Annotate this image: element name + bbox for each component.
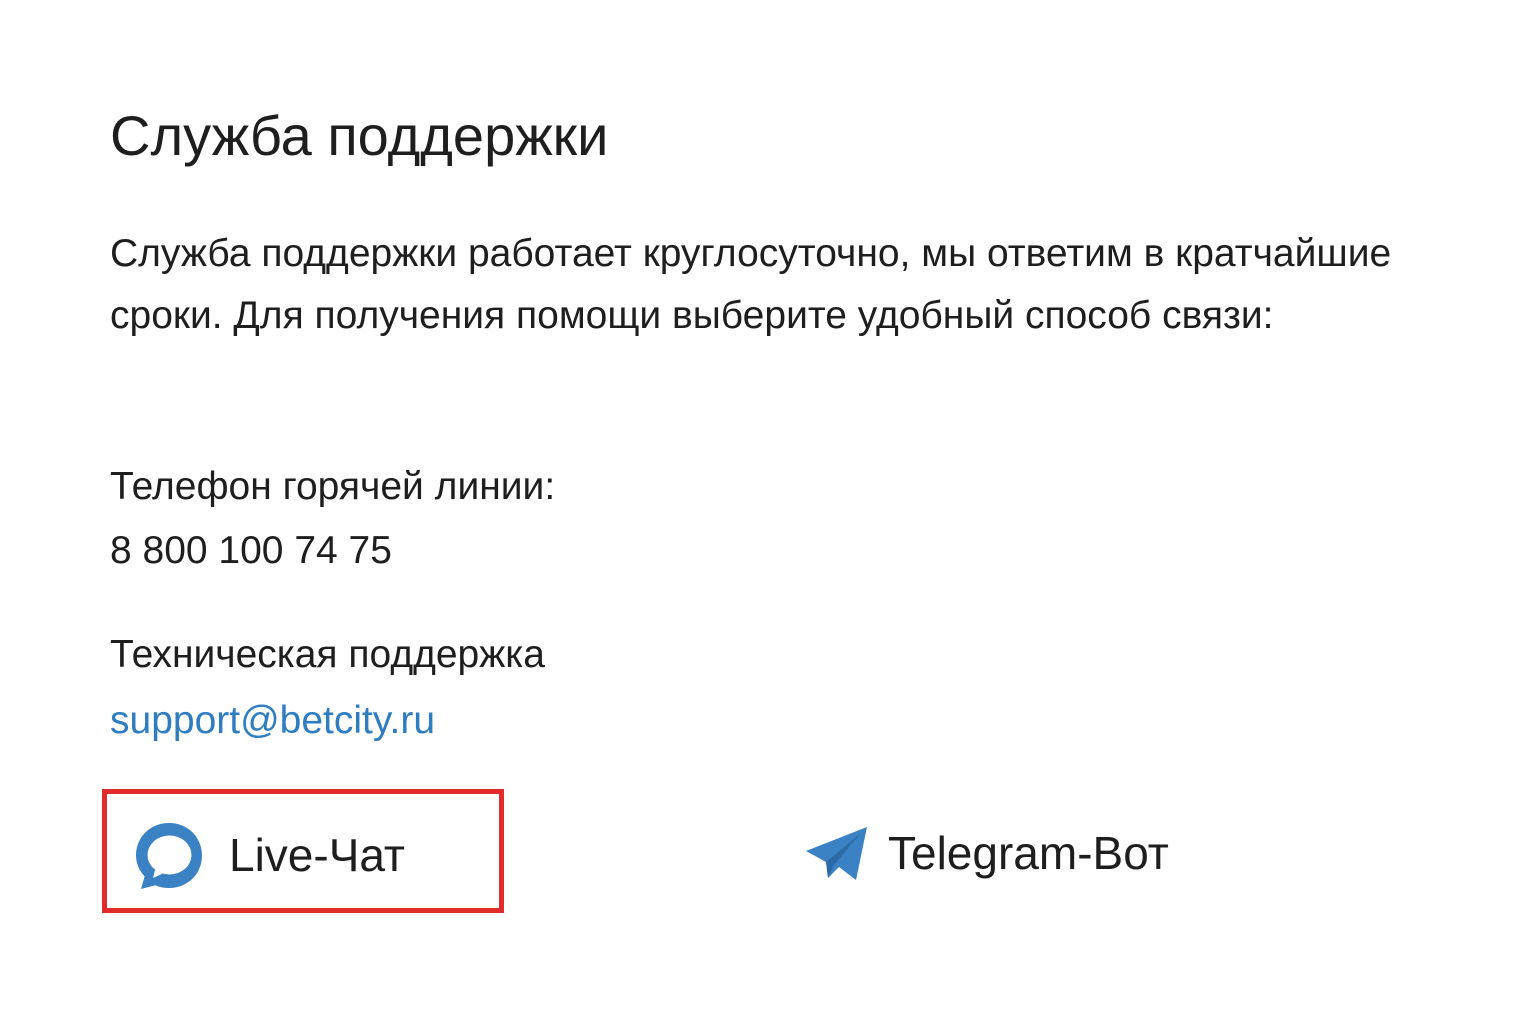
live-chat-button[interactable]: Live-Чат (102, 789, 504, 913)
tech-support-email-link[interactable]: support@betcity.ru (110, 690, 435, 752)
hotline-label: Телефон горячей линии: (110, 465, 556, 508)
tech-support-label: Техническая поддержка (110, 633, 545, 676)
chat-bubble-icon (133, 820, 205, 892)
hotline-number: 8 800 100 74 75 (110, 529, 392, 572)
support-description: Служба поддержки работает круглосуточно,… (110, 232, 1392, 337)
live-chat-label: Live-Чат (229, 829, 406, 881)
support-page: Служба поддержки Служба поддержки работа… (102, 0, 1440, 1024)
telegram-paper-plane-icon (804, 824, 870, 882)
page-title: Служба поддержки (110, 104, 609, 167)
telegram-bot-label: Telegram-Bот (888, 827, 1169, 879)
